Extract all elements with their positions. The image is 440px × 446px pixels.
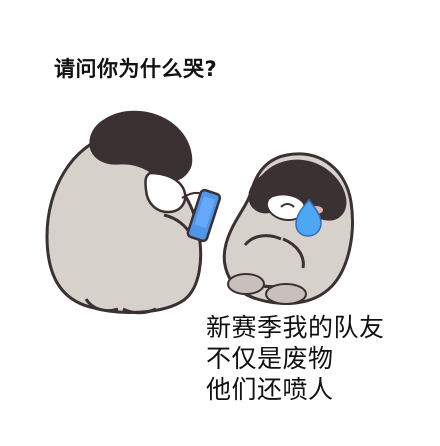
- answer-line: 他们还喷人: [206, 375, 334, 404]
- question-text: 请问你为什么哭?: [54, 57, 218, 81]
- standing-penguin-icon: [45, 110, 204, 315]
- answer-line: 不仅是废物: [206, 344, 334, 373]
- crying-penguin-icon: [222, 152, 354, 305]
- answer-line: 新赛季我的队友: [206, 313, 385, 342]
- answer-text: 新赛季我的队友 不仅是废物 他们还喷人: [206, 312, 385, 405]
- meme-canvas: 请问你为什么哭? 新赛季我的队友 不仅是废物 他们还喷人: [0, 0, 440, 446]
